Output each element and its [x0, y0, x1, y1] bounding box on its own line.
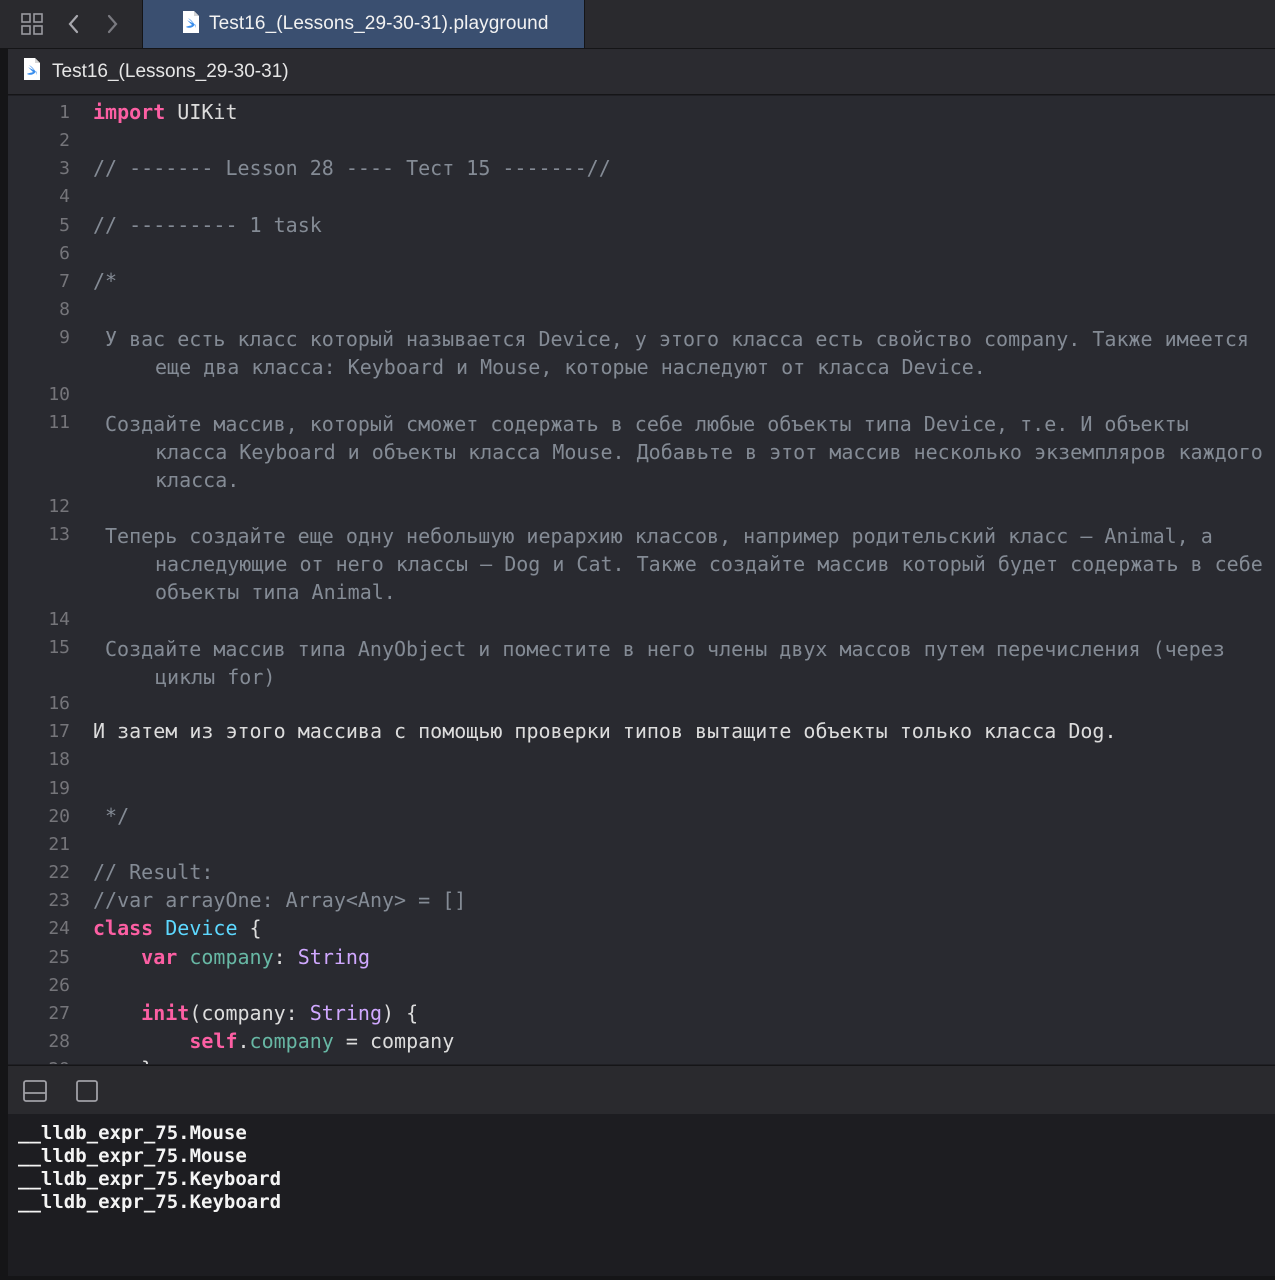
keyword-token: class	[93, 916, 154, 941]
code-token: :	[273, 944, 298, 969]
line-number: 13	[48, 524, 70, 546]
line-number: 25	[48, 946, 70, 968]
code-text: // --------- 1 task	[93, 213, 322, 237]
line-number: 27	[48, 1002, 70, 1024]
code-text: //var arrayOne: Array<Any> = []	[93, 888, 466, 912]
comment-text: // ------- Lesson 28 ---- Тест 15 ------…	[93, 156, 611, 181]
chevron-left-icon[interactable]	[60, 10, 88, 38]
line-number: 9	[59, 327, 70, 349]
type-token: String	[309, 1000, 383, 1025]
line-number: 26	[48, 974, 70, 996]
code-text: init(company: String) {	[93, 1001, 418, 1025]
line-number: 7	[59, 270, 70, 292]
line-number: 29	[8, 1059, 70, 1064]
swift-file-icon	[181, 10, 201, 39]
comment-text: Создайте массив, который сможет содержат…	[105, 411, 1275, 492]
line-number: 2	[59, 130, 70, 152]
code-text: var company: String	[93, 945, 370, 969]
line-number: 15	[48, 636, 70, 658]
code-text: class Device {	[93, 916, 262, 940]
breadcrumb: Test16_(Lessons_29-30-31)	[52, 60, 289, 82]
code-text: // ------- Lesson 28 ---- Тест 15 ------…	[93, 156, 611, 180]
comment-text: Создайте массив типа AnyObject и помести…	[105, 636, 1237, 689]
code-text: // Result:	[93, 860, 213, 884]
code-text: import UIKit	[93, 100, 238, 124]
line-number: 10	[48, 383, 70, 405]
grid-icon[interactable]	[18, 10, 46, 38]
keyword-token: self	[189, 1028, 238, 1053]
jump-bar[interactable]: Test16_(Lessons_29-30-31)	[8, 49, 1275, 95]
line-number: 1	[59, 102, 70, 123]
console-line: __lldb_expr_75.Keyboard	[18, 1168, 282, 1190]
line-number: 23	[48, 890, 70, 912]
comment-text: У вас есть класс который называется Devi…	[105, 327, 1261, 380]
line-number: 4	[59, 186, 70, 208]
console-output[interactable]: __lldb_expr_75.Mouse __lldb_expr_75.Mouse…	[8, 1114, 1275, 1276]
code-token: (company:	[189, 1000, 310, 1025]
line-number: 17	[48, 721, 70, 743]
line-number: 28	[48, 1030, 70, 1052]
code-text: self.company = company	[93, 1029, 454, 1053]
code-text: И затем из этого массива с помощью прове…	[93, 719, 1117, 743]
code-token: }	[93, 1057, 153, 1064]
type-token: String	[297, 944, 370, 969]
property-token: company	[189, 944, 274, 969]
tab-playground[interactable]: Test16_(Lessons_29-30-31).playground	[142, 0, 585, 48]
window-edge	[0, 1276, 1275, 1280]
line-number: 8	[59, 299, 70, 321]
line-number: 22	[48, 862, 70, 884]
code-token: .	[237, 1028, 250, 1053]
code-text: /*	[93, 269, 117, 293]
type-name-token: Device	[165, 916, 238, 941]
line-number: 21	[48, 833, 70, 855]
window-edge	[0, 0, 8, 1280]
line-number: 14	[48, 608, 70, 630]
comment-text: // Result:	[93, 860, 214, 885]
comment-text: */	[93, 803, 130, 828]
line-number: 3	[59, 158, 70, 180]
line-number: 11	[48, 411, 70, 433]
chevron-right-icon[interactable]	[98, 10, 126, 38]
swift-file-icon	[22, 57, 42, 86]
comment-text: // --------- 1 task	[93, 212, 322, 237]
panel-bottom-icon[interactable]	[22, 1078, 48, 1104]
comment-text: /*	[93, 268, 118, 293]
code-token: И затем из этого массива с помощью прове…	[93, 719, 1117, 744]
code-text: */	[93, 804, 129, 828]
property-token: company	[249, 1028, 334, 1053]
keyword-token: init	[141, 1000, 190, 1025]
line-number: 18	[48, 749, 70, 771]
square-icon[interactable]	[74, 1078, 100, 1104]
comment-text: //var arrayOne: Array<Any> = []	[93, 888, 467, 913]
tab-bar: Test16_(Lessons_29-30-31).playground	[0, 0, 1275, 49]
code-editor[interactable]: 1 import UIKit 2 3// ------- Lesson 28 ----…	[8, 96, 1275, 1064]
code-token: = company	[333, 1028, 455, 1053]
line-number: 5	[59, 214, 70, 236]
keyword-token: import	[93, 100, 166, 124]
tab-label: Test16_(Lessons_29-30-31).playground	[209, 13, 549, 34]
code-token: import UIKit	[93, 100, 238, 124]
console-line: __lldb_expr_75.Mouse	[18, 1122, 247, 1144]
debug-toolbar	[8, 1065, 1275, 1115]
code-text: }	[93, 1057, 153, 1064]
line-number: 19	[48, 777, 70, 799]
console-line: __lldb_expr_75.Keyboard	[18, 1191, 282, 1213]
line-number: 16	[48, 693, 70, 715]
keyword-token: var	[141, 944, 178, 969]
line-number: 6	[59, 242, 70, 264]
line-number: 12	[48, 496, 70, 518]
comment-text: Теперь создайте еще одну небольшую иерар…	[105, 524, 1275, 605]
code-token: {	[237, 916, 262, 941]
console-line: __lldb_expr_75.Mouse	[18, 1145, 247, 1167]
line-number: 20	[48, 805, 70, 827]
code-token: ) {	[382, 1000, 419, 1025]
line-number: 24	[48, 918, 70, 940]
